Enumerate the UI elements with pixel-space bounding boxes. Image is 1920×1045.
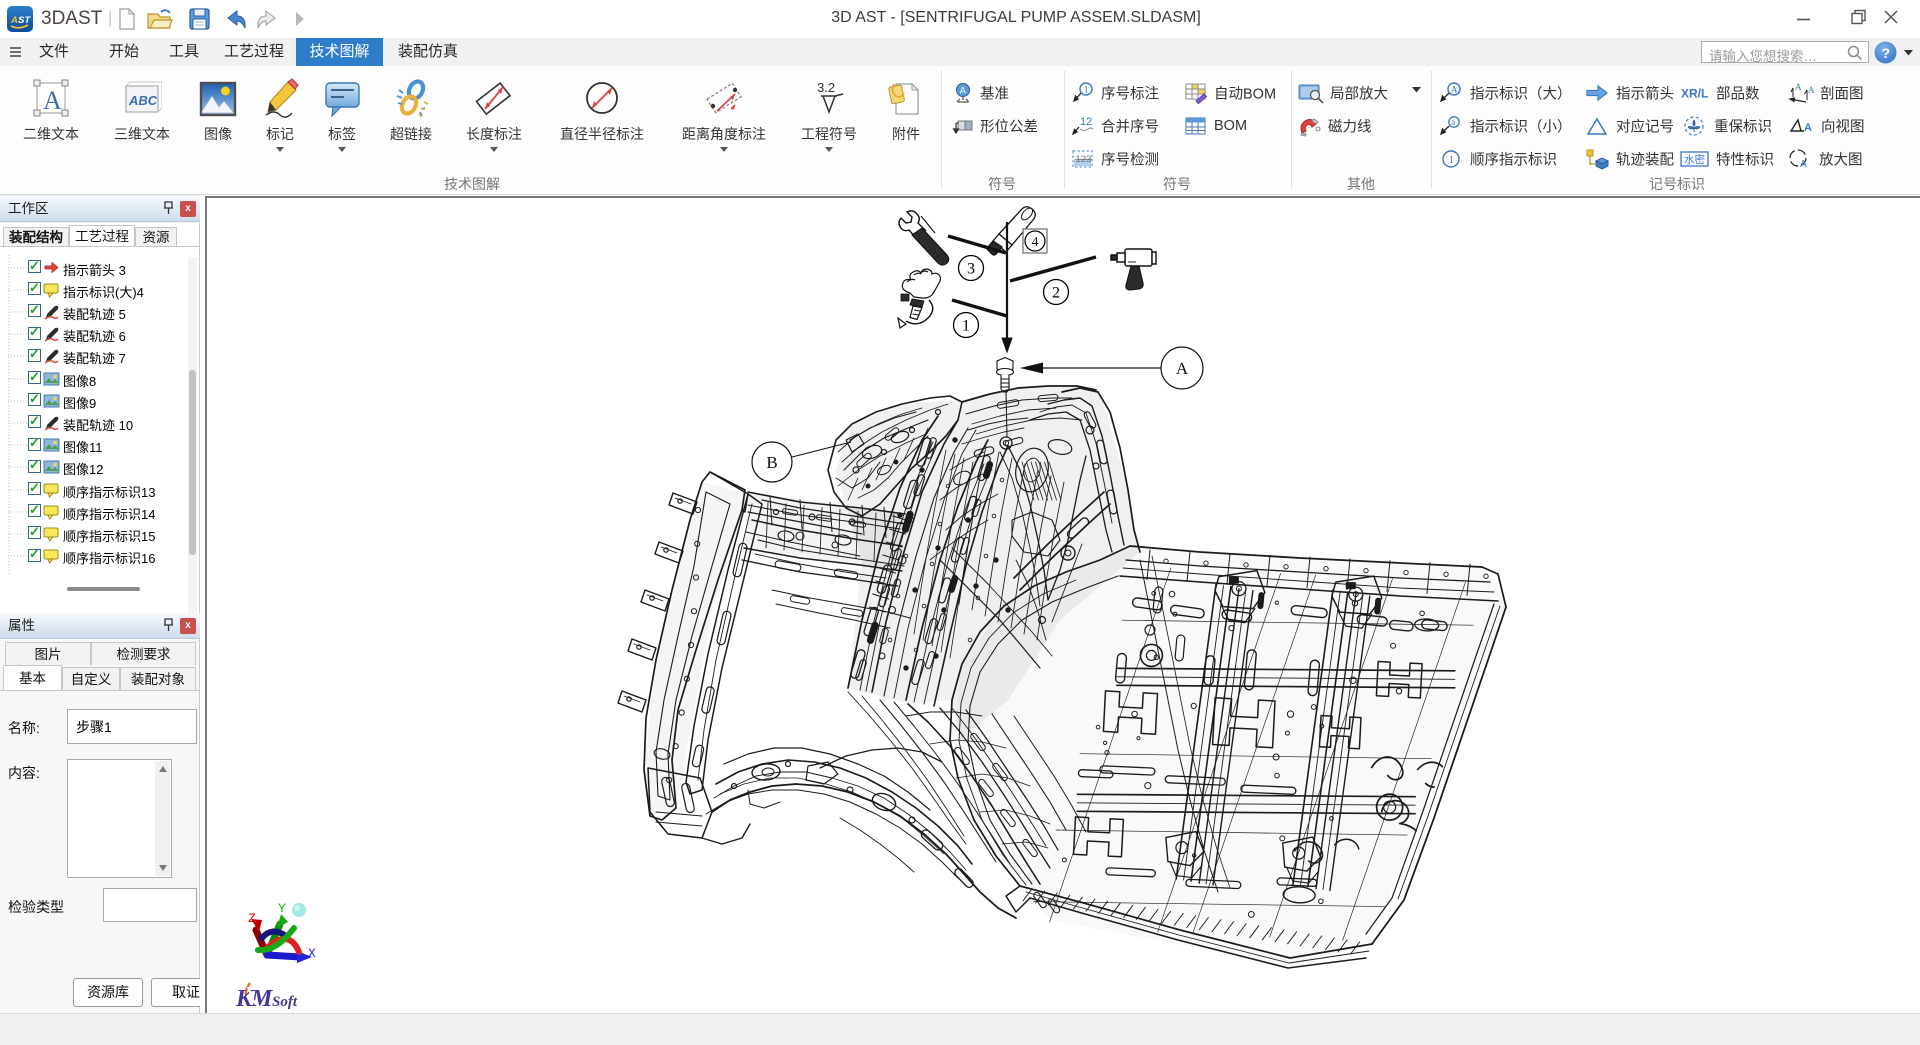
svg-text:水密: 水密 bbox=[1684, 153, 1706, 166]
svg-text:Soft: Soft bbox=[272, 994, 298, 1010]
svg-text:3.2: 3.2 bbox=[817, 80, 835, 95]
svg-text:A: A bbox=[1176, 359, 1189, 378]
svg-text:?: ? bbox=[1882, 45, 1891, 61]
svg-text:A: A bbox=[1804, 122, 1812, 134]
svg-text:ABC: ABC bbox=[128, 93, 158, 108]
svg-text:123: 123 bbox=[1076, 154, 1092, 165]
svg-text:KM: KM bbox=[235, 986, 274, 1012]
svg-text:A: A bbox=[43, 86, 62, 115]
svg-text:3: 3 bbox=[967, 261, 975, 278]
svg-text:X: X bbox=[308, 946, 316, 961]
svg-text:2: 2 bbox=[1052, 285, 1060, 302]
svg-text:A: A bbox=[960, 86, 966, 96]
svg-text:B: B bbox=[766, 453, 777, 472]
svg-text:A: A bbox=[1795, 82, 1802, 92]
svg-text:1: 1 bbox=[1449, 154, 1455, 166]
svg-text:1: 1 bbox=[1084, 86, 1089, 96]
svg-text:A: A bbox=[1451, 86, 1458, 96]
svg-text:1: 1 bbox=[962, 318, 970, 335]
svg-text:Y: Y bbox=[278, 901, 286, 916]
svg-text:a: a bbox=[1451, 117, 1455, 127]
svg-text:A: A bbox=[1800, 159, 1807, 170]
svg-text:A: A bbox=[1808, 85, 1814, 95]
svg-text:12: 12 bbox=[1080, 116, 1092, 128]
svg-text:Z: Z bbox=[248, 911, 256, 926]
svg-text:XR/L: XR/L bbox=[1681, 87, 1708, 101]
svg-text:4: 4 bbox=[1032, 235, 1039, 250]
